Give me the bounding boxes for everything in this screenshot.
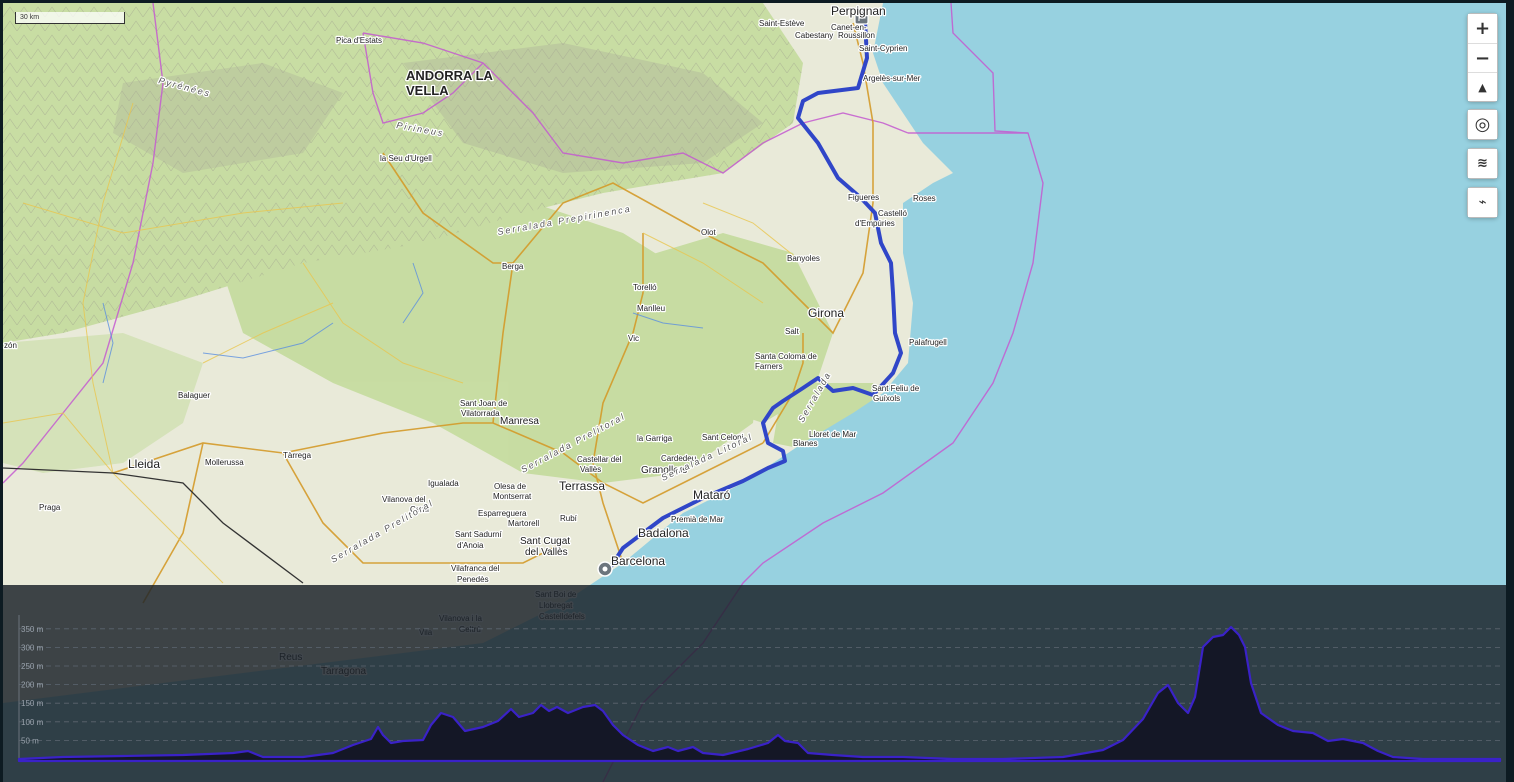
- place-label-santa-coloma2: Farners: [755, 362, 783, 371]
- place-label-sadurni1: Sant Sadurní: [455, 530, 502, 539]
- place-label-lleida: Lleida: [128, 457, 160, 471]
- place-label-vilafranca2: Penedès: [457, 575, 489, 584]
- place-label-esparreguera: Esparreguera: [478, 509, 527, 518]
- route-start-marker: [597, 561, 613, 577]
- zoom-control: + − ▲: [1467, 13, 1498, 102]
- place-label-zon: zón: [4, 341, 17, 350]
- elevation-y-tick: 100 m: [21, 718, 44, 727]
- place-label-roussillon: Roussillon: [838, 31, 875, 40]
- place-label-igualada: Igualada: [428, 479, 459, 488]
- elevation-control: ⌁: [1467, 187, 1498, 218]
- layers-control: ≋: [1467, 148, 1498, 179]
- place-label-mataro: Mataró: [693, 488, 731, 502]
- place-label-castello2: d'Empúries: [855, 219, 895, 228]
- place-label-saint-esteve: Saint-Estève: [759, 19, 805, 28]
- place-label-blanes: Blanes: [793, 439, 817, 448]
- place-label-berga: Berga: [502, 262, 524, 271]
- place-label-olesa1: Olesa de: [494, 482, 527, 491]
- place-label-vilafranca1: Vilafranca del: [451, 564, 500, 573]
- place-label-saint-cyprien: Saint-Cyprien: [859, 44, 907, 53]
- place-label-sant-joan1: Sant Joan de: [460, 399, 508, 408]
- place-label-pica: Pica d'Estats: [336, 36, 382, 45]
- place-label-olot: Olot: [701, 228, 716, 237]
- place-label-premia: Premià de Mar: [671, 515, 724, 524]
- place-label-badalona: Badalona: [638, 526, 689, 540]
- place-label-vic: Vic: [628, 334, 639, 343]
- locate-control: ◎: [1467, 109, 1498, 140]
- elevation-y-tick: 350 m: [21, 625, 44, 634]
- place-label-olesa2: Montserrat: [493, 492, 532, 501]
- place-label-castello1: Castelló: [878, 209, 907, 218]
- place-label-cugat2: del Vallès: [525, 547, 568, 558]
- place-label-garriga: la Garriga: [637, 434, 673, 443]
- elevation-y-tick: 200 m: [21, 681, 44, 690]
- place-label-castellar2: Vallès: [580, 465, 601, 474]
- place-label-cabestany: Cabestany: [795, 31, 833, 40]
- place-label-roses: Roses: [913, 194, 936, 203]
- place-label-girona: Girona: [808, 306, 844, 320]
- place-label-balaguer: Balaguer: [178, 391, 210, 400]
- elevation-toggle-button[interactable]: ⌁: [1468, 188, 1497, 217]
- place-label-feliu1: Sant Feliu de: [872, 384, 920, 393]
- place-label-salt: Salt: [785, 327, 800, 336]
- place-label-palafrugell: Palafrugell: [909, 338, 947, 347]
- locate-button[interactable]: ◎: [1468, 110, 1497, 139]
- place-label-rubi: Rubí: [560, 514, 578, 523]
- place-label-argeles: Argelès-sur-Mer: [863, 74, 921, 83]
- place-label-sadurni2: d'Anoia: [457, 541, 484, 550]
- place-label-andorra2: VELLA: [406, 83, 449, 98]
- place-label-banyoles: Banyoles: [787, 254, 820, 263]
- place-label-mollerussa: Mollerussa: [205, 458, 244, 467]
- scale-label: 30 km: [20, 14, 40, 21]
- place-label-cugat1: Sant Cugat: [520, 536, 570, 547]
- place-label-martorell: Martorell: [508, 519, 539, 528]
- place-label-lloret: Lloret de Mar: [809, 430, 856, 439]
- place-label-barcelona: Barcelona: [611, 554, 665, 568]
- place-label-tarrega: Tàrrega: [283, 451, 312, 460]
- place-label-santa-coloma1: Santa Coloma de: [755, 352, 817, 361]
- place-label-manlleu: Manlleu: [637, 304, 665, 313]
- elevation-y-tick: 250 m: [21, 662, 44, 671]
- place-label-praga: Praga: [39, 503, 61, 512]
- place-label-andorra1: ANDORRA LA: [406, 68, 494, 83]
- elevation-profile-panel[interactable]: 350 m 300 m 250 m 200 m 150 m 100 m 50 m: [3, 585, 1506, 782]
- elevation-chart: 350 m 300 m 250 m 200 m 150 m 100 m 50 m: [17, 615, 1502, 763]
- place-label-figueres: Figueres: [848, 193, 879, 202]
- zoom-out-button[interactable]: −: [1468, 43, 1497, 72]
- elevation-y-tick: 300 m: [21, 643, 44, 652]
- compass-button[interactable]: ▲: [1468, 72, 1497, 101]
- layers-button[interactable]: ≋: [1468, 149, 1497, 178]
- place-label-terrassa: Terrassa: [559, 479, 605, 493]
- zoom-in-button[interactable]: +: [1468, 14, 1497, 43]
- place-label-sant-joan2: Vilatorrada: [461, 409, 500, 418]
- elevation-y-tick: 150 m: [21, 699, 44, 708]
- place-label-torello: Torelló: [633, 283, 657, 292]
- place-label-perpignan: Perpignan: [831, 4, 886, 18]
- place-label-manresa: Manresa: [500, 416, 539, 427]
- place-label-feliu2: Guíxols: [873, 394, 900, 403]
- elevation-y-tick: 50 m: [21, 736, 39, 745]
- place-label-castellar1: Castellar del: [577, 455, 622, 464]
- scale-bar: 30 km: [15, 12, 125, 24]
- place-label-seu: la Seu d'Urgell: [380, 154, 432, 163]
- place-label-vilanova1: Vilanova del: [382, 495, 426, 504]
